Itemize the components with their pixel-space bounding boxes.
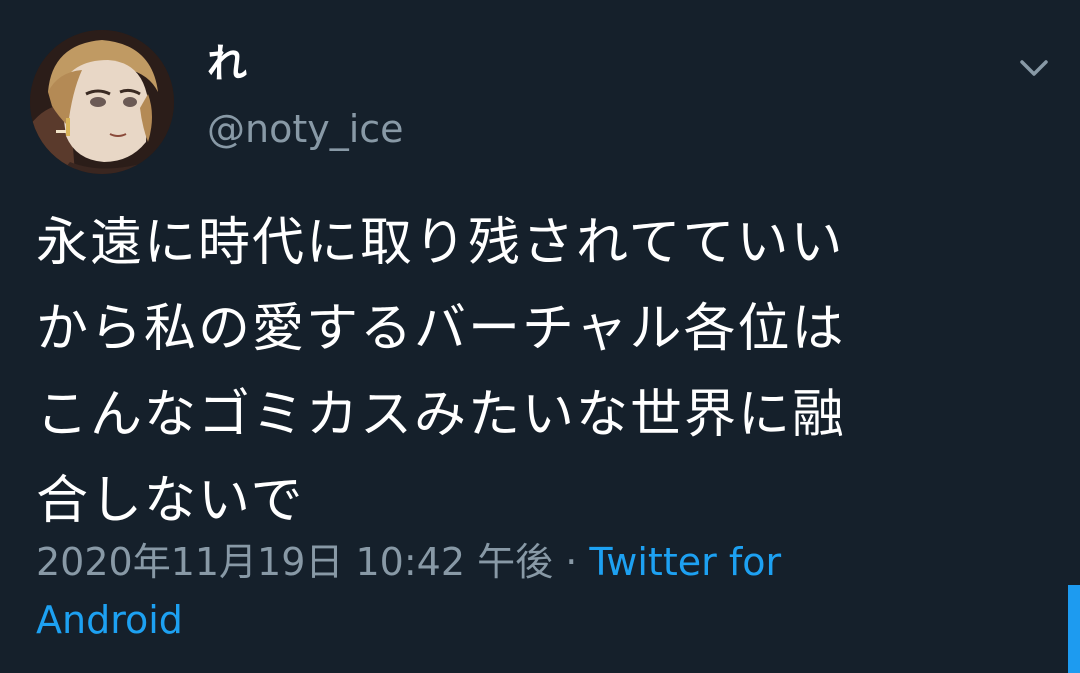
tweet-text-line: こんなゴミカスみたいな世界に融 <box>36 385 847 445</box>
user-handle[interactable]: @noty_ice <box>207 104 404 154</box>
tweet-text-line: 永遠に時代に取り残されてていい <box>36 213 845 273</box>
scroll-indicator <box>1068 585 1080 673</box>
avatar-image <box>30 30 174 174</box>
avatar[interactable] <box>30 30 174 174</box>
source-link[interactable]: Twitter for <box>589 540 781 584</box>
tweet-text-line: 合しないで <box>36 471 305 531</box>
display-name[interactable]: れ <box>207 38 247 90</box>
meta-separator: · <box>565 540 578 584</box>
tweet-text: 永遠に時代に取り残されてていい から私の愛するバーチャル各位は こんなゴミカスみ… <box>36 200 1036 544</box>
timestamp[interactable]: 2020年11月19日 10:42 午後 <box>36 540 553 584</box>
tweet-meta: 2020年11月19日 10:42 午後 · Twitter for Andro… <box>36 533 1036 649</box>
source-link-continued[interactable]: Android <box>36 598 183 642</box>
tweet-text-line: から私の愛するバーチャル各位は <box>36 299 846 359</box>
chevron-down-icon[interactable] <box>1014 50 1054 84</box>
tweet-card: れ @noty_ice 永遠に時代に取り残されてていい から私の愛するバーチャル… <box>0 0 1080 673</box>
